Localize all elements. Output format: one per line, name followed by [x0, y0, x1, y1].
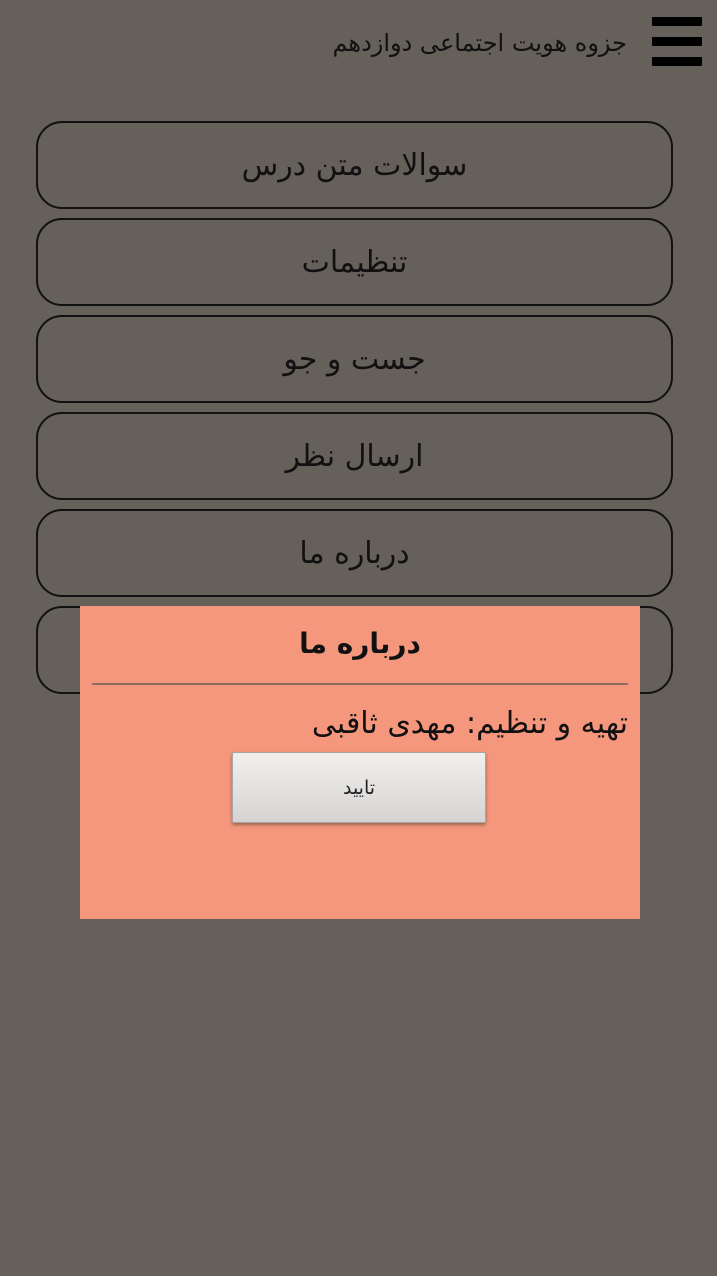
menu-icon-bar-middle [652, 37, 702, 46]
menu-button-search[interactable]: جست و جو [36, 315, 673, 403]
dialog-message: تهیه و تنظیم: مهدی ثاقبی [311, 706, 628, 741]
menu-button-label: جست و جو [283, 341, 426, 377]
about-dialog: درباره ما تهیه و تنظیم: مهدی ثاقبی تایید [80, 606, 640, 919]
confirm-button-label: تایید [342, 776, 376, 799]
menu-button-label: درباره ما [299, 535, 410, 571]
dialog-divider [92, 683, 628, 685]
menu-icon-bar-bottom [652, 57, 702, 66]
app-title: جزوه هویت اجتماعی دوازدهم [332, 29, 627, 57]
menu-button-label: تنظیمات [301, 244, 408, 280]
hamburger-menu-icon[interactable] [652, 17, 702, 67]
menu-button-settings[interactable]: تنظیمات [36, 218, 673, 306]
app-screen: جزوه هویت اجتماعی دوازدهم سوالات متن درس… [0, 0, 717, 1276]
menu-button-label: سوالات متن درس [241, 147, 468, 183]
menu-button-send-feedback[interactable]: ارسال نظر [36, 412, 673, 500]
menu-button-label: ارسال نظر [285, 438, 424, 474]
menu-icon-bar-top [652, 17, 702, 26]
menu-button-about-us[interactable]: درباره ما [36, 509, 673, 597]
dialog-title: درباره ما [299, 627, 421, 660]
menu-button-lesson-questions[interactable]: سوالات متن درس [36, 121, 673, 209]
confirm-button[interactable]: تایید [232, 752, 486, 823]
